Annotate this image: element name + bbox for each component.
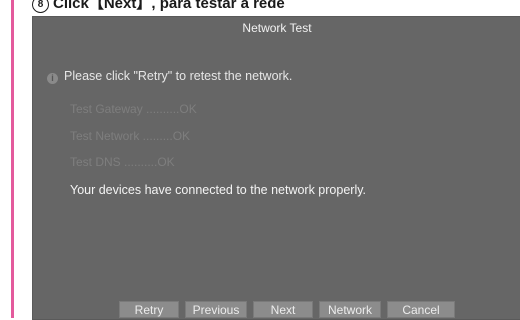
network-test-dialog: Network Test i Please click "Retry" to re… xyxy=(32,16,520,320)
cancel-button[interactable]: Cancel xyxy=(387,301,455,318)
network-button[interactable]: Network xyxy=(319,301,381,318)
step-number-badge: 8 xyxy=(32,0,49,13)
caption-text: Click【Next】, para testar a rede xyxy=(53,0,285,12)
retry-button[interactable]: Retry xyxy=(119,301,179,318)
info-icon: i xyxy=(47,73,58,84)
dialog-button-bar: Retry Previous Next Network Cancel xyxy=(33,301,520,319)
test-dns-result: Test DNS ..........OK xyxy=(70,155,175,169)
retry-hint: i Please click "Retry" to retest the netw… xyxy=(47,69,292,84)
previous-button[interactable]: Previous xyxy=(185,301,247,318)
connection-summary: Your devices have connected to the netwo… xyxy=(70,183,367,197)
instruction-caption: 8 Click【Next】, para testar a rede xyxy=(32,0,285,13)
test-gateway-result: Test Gateway ..........OK xyxy=(70,102,197,116)
retry-hint-text: Please click "Retry" to retest the netwo… xyxy=(64,69,293,83)
dialog-content: i Please click "Retry" to retest the netw… xyxy=(33,17,520,319)
accent-rule xyxy=(11,0,14,318)
next-button[interactable]: Next xyxy=(253,301,313,318)
test-network-result: Test Network .........OK xyxy=(70,129,191,143)
